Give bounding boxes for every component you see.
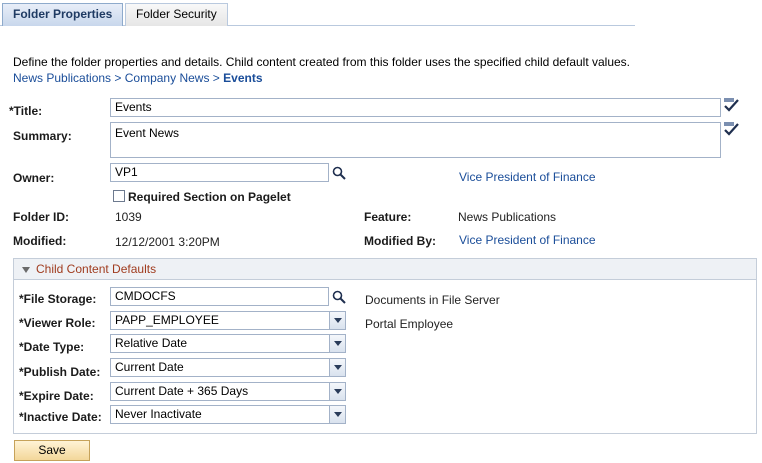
chevron-down-icon[interactable] (329, 359, 345, 376)
collapse-triangle-icon[interactable] (22, 267, 30, 273)
chevron-down-icon[interactable] (329, 383, 345, 400)
expire-date-label: *Expire Date: (19, 389, 94, 403)
viewer-role-value: PAPP_EMPLOYEE (115, 313, 219, 327)
publish-date-label: *Publish Date: (19, 365, 101, 379)
file-storage-description: Documents in File Server (365, 293, 500, 307)
folder-id-label: Folder ID: (13, 210, 69, 224)
breadcrumb-item-events: Events (223, 71, 263, 85)
chevron-down-icon[interactable] (329, 312, 345, 329)
child-content-defaults-title: Child Content Defaults (36, 262, 157, 276)
viewer-role-select[interactable]: PAPP_EMPLOYEE (110, 311, 346, 330)
page-description: Define the folder properties and details… (13, 55, 631, 69)
breadcrumb-separator: > (114, 71, 122, 85)
breadcrumb: News Publications > Company News > Event… (13, 71, 263, 85)
modified-value: 12/12/2001 3:20PM (115, 235, 220, 249)
modified-by-link[interactable]: Vice President of Finance (459, 233, 596, 247)
file-storage-input[interactable]: CMDOCFS (110, 287, 329, 306)
chevron-down-icon[interactable] (329, 335, 345, 352)
summary-textarea[interactable]: Event News (110, 122, 721, 158)
owner-input[interactable]: VP1 (110, 163, 329, 182)
breadcrumb-item-news-publications[interactable]: News Publications (13, 71, 111, 85)
spell-check-icon[interactable] (723, 121, 741, 137)
title-label: *Title: (9, 104, 43, 118)
publish-date-select[interactable]: Current Date (110, 358, 346, 377)
modified-by-label: Modified By: (364, 234, 436, 248)
file-storage-label: *File Storage: (19, 292, 97, 306)
date-type-select[interactable]: Relative Date (110, 334, 346, 353)
required-section-label: Required Section on Pagelet (128, 190, 291, 204)
folder-id-value: 1039 (115, 210, 142, 224)
required-section-checkbox[interactable] (113, 190, 125, 202)
save-button[interactable]: Save (14, 440, 90, 461)
viewer-role-description: Portal Employee (365, 317, 454, 331)
inactive-date-select[interactable]: Never Inactivate (110, 405, 346, 424)
breadcrumb-item-company-news[interactable]: Company News (125, 71, 210, 85)
owner-label: Owner: (13, 171, 55, 185)
owner-name-link[interactable]: Vice President of Finance (459, 170, 596, 184)
modified-label: Modified: (13, 234, 67, 248)
viewer-role-label: *Viewer Role: (19, 316, 96, 330)
expire-date-select[interactable]: Current Date + 365 Days (110, 382, 346, 401)
date-type-value: Relative Date (115, 336, 188, 350)
expire-date-value: Current Date + 365 Days (115, 384, 249, 398)
feature-value: News Publications (458, 210, 557, 224)
tab-folder-properties[interactable]: Folder Properties (2, 3, 124, 26)
chevron-down-icon[interactable] (329, 406, 345, 423)
date-type-label: *Date Type: (19, 340, 85, 354)
search-icon[interactable] (332, 166, 346, 180)
spell-check-icon[interactable] (723, 97, 741, 113)
inactive-date-label: *Inactive Date: (19, 410, 102, 424)
title-input[interactable]: Events (110, 98, 721, 117)
breadcrumb-separator: > (212, 71, 220, 85)
feature-label: Feature: (364, 210, 412, 224)
child-content-defaults-header[interactable]: Child Content Defaults (14, 259, 756, 280)
publish-date-value: Current Date (115, 360, 184, 374)
search-icon[interactable] (332, 290, 346, 304)
tab-folder-security[interactable]: Folder Security (125, 3, 228, 26)
summary-label: Summary: (13, 129, 72, 143)
inactive-date-value: Never Inactivate (115, 407, 202, 421)
